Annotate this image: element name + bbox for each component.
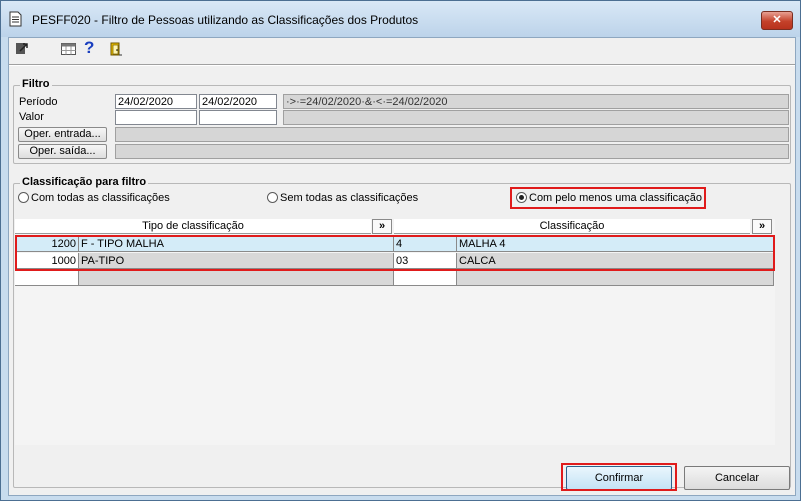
highlight-rows: [15, 235, 775, 271]
date-to-field[interactable]: 24/02/2020: [199, 94, 277, 109]
radio-indicator: [267, 192, 278, 203]
oper-entrada-field: [115, 127, 789, 142]
class-desc-cell[interactable]: [457, 270, 774, 286]
close-button[interactable]: ✕: [761, 11, 793, 30]
valor-expression: [283, 110, 789, 125]
highlight-radio: [510, 187, 706, 209]
radio-sem-todas[interactable]: Sem todas as classificações: [267, 192, 418, 204]
document-icon: [9, 11, 22, 27]
toolbar-separator: [9, 64, 795, 66]
exit-icon[interactable]: [15, 42, 29, 56]
oper-entrada-button[interactable]: Oper. entrada...: [18, 127, 107, 142]
periodo-label: Período: [19, 96, 58, 108]
close-icon: ✕: [772, 14, 782, 26]
radio-label: Com todas as classificações: [31, 192, 170, 204]
cancel-button[interactable]: Cancelar: [684, 466, 790, 490]
classificacao-title: Classificação para filtro: [20, 176, 149, 188]
calendar-grid-icon[interactable]: [61, 42, 76, 56]
window-title: PESFF020 - Filtro de Pessoas utilizando …: [32, 13, 419, 27]
help-icon[interactable]: ?: [84, 39, 98, 57]
valor-to-field[interactable]: [199, 110, 277, 125]
col-header-tipo[interactable]: Tipo de classificação: [15, 219, 371, 234]
oper-saida-button[interactable]: Oper. saída...: [18, 144, 107, 159]
sort-button-tipo[interactable]: »: [372, 219, 392, 234]
radio-com-todas[interactable]: Com todas as classificações: [18, 192, 170, 204]
class-code-cell[interactable]: [394, 270, 457, 286]
filtro-title: Filtro: [20, 78, 52, 90]
valor-from-field[interactable]: [115, 110, 197, 125]
filter-expression: ·>·=24/02/2020·&·<·=24/02/2020: [283, 94, 789, 109]
tipo-code-cell[interactable]: [15, 270, 79, 286]
sort-button-classificacao[interactable]: »: [752, 219, 772, 234]
radio-label: Sem todas as classificações: [280, 192, 419, 204]
highlight-confirm: [561, 463, 677, 491]
valor-label: Valor: [19, 111, 44, 123]
date-from-field[interactable]: 24/02/2020: [115, 94, 197, 109]
title-bar[interactable]: PESFF020 - Filtro de Pessoas utilizando …: [1, 1, 800, 37]
dialog-window: PESFF020 - Filtro de Pessoas utilizando …: [0, 0, 801, 501]
door-icon[interactable]: [109, 42, 123, 56]
toolbar: ?: [9, 38, 795, 62]
oper-saida-field: [115, 144, 789, 159]
col-header-classificacao[interactable]: Classificação: [394, 219, 750, 234]
tipo-desc-cell[interactable]: [79, 270, 394, 286]
radio-indicator: [18, 192, 29, 203]
